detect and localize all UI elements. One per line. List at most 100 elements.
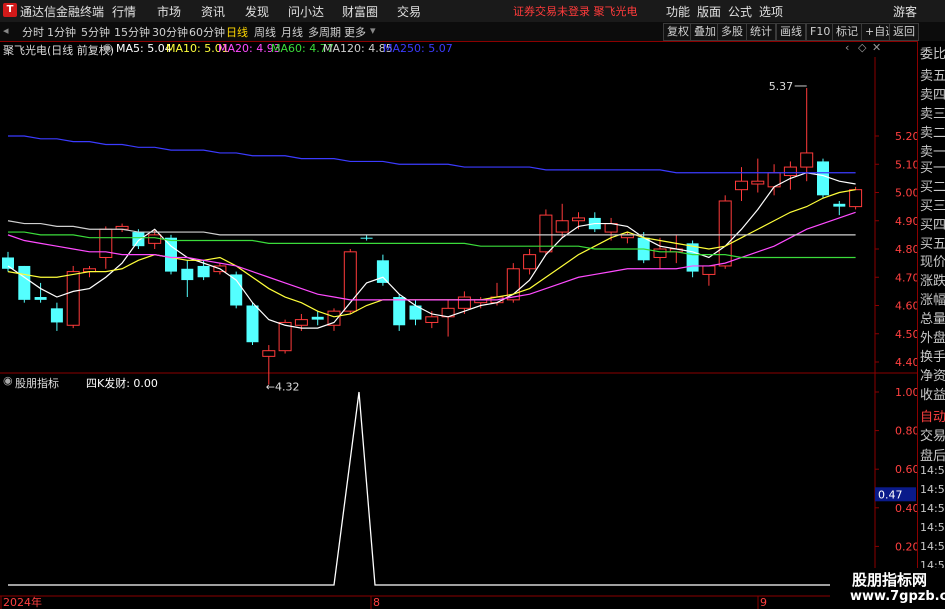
candle-body	[66, 271, 80, 326]
candle-body	[311, 316, 324, 320]
indicator-tick-label: 0.40	[895, 502, 917, 515]
candle-body	[702, 265, 716, 275]
chart-info-bar: 聚飞光电(日线 前复权) ◉ MA5: 5.04 MA10: 5.01 MA20…	[0, 41, 881, 57]
candle-body	[686, 243, 699, 272]
menu-xuanxiang[interactable]: 选项	[759, 3, 783, 20]
stock-name: 聚飞光电(日线 前复权)	[3, 44, 115, 57]
indicator-tick-label: 0.80	[895, 425, 917, 438]
candle-body	[2, 257, 14, 269]
menu-item-faxian[interactable]: 发现	[245, 3, 269, 20]
quote-panel-label: 总量	[920, 312, 945, 327]
settings-dot-icon[interactable]: ◉	[103, 41, 113, 54]
button-duogu[interactable]: 多股	[717, 23, 747, 41]
options-icon[interactable]: ◇	[858, 41, 866, 54]
quote-panel-label: 卖四	[920, 88, 945, 103]
annotation-label: 5.37	[769, 80, 794, 93]
candle-body	[425, 316, 439, 323]
button-huaxian[interactable]: 画线	[776, 23, 806, 41]
candle-body	[817, 161, 829, 196]
menu-arrow-icon[interactable]: ◂	[3, 24, 9, 37]
quote-panel-label: 委比	[920, 47, 945, 62]
quote-panel-label: 卖三	[920, 107, 945, 122]
y-tick-label: 4.60	[895, 300, 917, 313]
close-chart-icon[interactable]: ✕	[872, 41, 881, 54]
candle-body	[230, 274, 243, 306]
candle-body	[718, 200, 732, 267]
menu-item-wenxiaoda[interactable]: 问小达	[288, 3, 324, 20]
indicator-dot-icon[interactable]: ◉	[3, 374, 13, 387]
period-fenshi[interactable]: 分时	[22, 24, 44, 40]
menu-item-caifuquan[interactable]: 财富圈	[342, 3, 378, 20]
y-tick-label: 4.80	[895, 243, 917, 256]
candle-body	[376, 260, 389, 283]
menu-item-jiaoyi[interactable]: 交易	[397, 3, 421, 20]
period-more[interactable]: 更多	[344, 24, 366, 40]
menu-gongshi[interactable]: 公式	[728, 3, 752, 20]
collapse-icon[interactable]: ‹	[845, 41, 849, 54]
candle-body	[735, 180, 748, 191]
candle-body	[457, 296, 471, 309]
period-weekly[interactable]: 周线	[254, 24, 276, 40]
candle-body	[751, 180, 765, 185]
x-tick-label: 9	[760, 596, 767, 609]
candle-body	[197, 265, 210, 278]
button-diejia[interactable]: 叠加	[690, 23, 720, 41]
y-tick-label: 4.90	[895, 215, 917, 228]
period-monthly[interactable]: 月线	[281, 24, 303, 40]
y-tick-label: 5.00	[895, 187, 917, 200]
indicator-line	[8, 391, 856, 586]
quote-panel-label: 14:56	[920, 521, 945, 534]
period-15min[interactable]: 15分钟	[114, 24, 150, 40]
quote-panel-label: 净资	[920, 369, 945, 384]
candle-body	[833, 203, 846, 207]
period-1min[interactable]: 1分钟	[47, 24, 76, 40]
y-tick-label: 4.50	[895, 328, 917, 341]
indicator-tick-label: 0.60	[895, 463, 917, 476]
candle-body	[800, 152, 814, 168]
menu-item-hangqing[interactable]: 行情	[112, 3, 136, 20]
quote-panel-label: 卖二	[920, 126, 945, 141]
menu-item-shichang[interactable]: 市场	[157, 3, 181, 20]
indicator-value: 四K发财: 0.00	[86, 377, 158, 390]
y-tick-label: 4.40	[895, 356, 917, 369]
quote-panel-label: 14:56	[920, 483, 945, 496]
button-tongji[interactable]: 统计	[746, 23, 776, 41]
quote-panel-label: 卖五	[920, 69, 945, 84]
period-daily[interactable]: 日线	[226, 24, 248, 40]
indicator-tick-label: 0.20	[895, 540, 917, 553]
quote-panel-label: 自动	[920, 410, 945, 425]
more-chevron-icon[interactable]: ▾	[370, 24, 376, 37]
candle-body	[246, 305, 259, 343]
candle-body	[360, 237, 373, 239]
candle-body	[555, 220, 569, 233]
button-biaoji[interactable]: 标记	[832, 23, 862, 41]
menu-item-zixun[interactable]: 资讯	[201, 3, 225, 20]
menu-gongneng[interactable]: 功能	[666, 3, 690, 20]
quote-panel-label: 外盘	[920, 331, 945, 346]
period-60min[interactable]: 60分钟	[189, 24, 225, 40]
button-f10[interactable]: F10	[806, 23, 835, 41]
app-title: 通达信金融终端	[20, 5, 105, 19]
candle-body	[18, 265, 31, 300]
quote-panel-label: 买三	[920, 199, 945, 214]
candle-body	[278, 321, 292, 352]
watermark: 股朋指标网 www.7gpzb.com	[830, 568, 945, 609]
quote-panel-label: 14:56	[920, 464, 945, 477]
trade-status-text: 证券交易未登录 聚飞光电	[513, 5, 638, 18]
period-multi[interactable]: 多周期	[308, 24, 341, 40]
indicator-current-value: 0.47	[878, 488, 903, 501]
quote-panel-label: 买二	[920, 180, 945, 195]
button-fuquan[interactable]: 复权	[663, 23, 693, 41]
period-30min[interactable]: 30分钟	[152, 24, 188, 40]
menu-banmian[interactable]: 版面	[697, 3, 721, 20]
title-bar: T 通达信金融终端 行情 市场 资讯 发现 问小达 财富圈 交易 证券交易未登录…	[0, 0, 945, 23]
quote-panel-label: 交易	[920, 429, 945, 444]
candle-body	[262, 350, 276, 357]
kline-chart[interactable]: 5.20 5.10 5.00 4.90 4.80 4.70 4.60 4.50 4.40 5.37…	[0, 57, 917, 609]
user-guest[interactable]: 游客	[893, 3, 917, 20]
quote-panel-label: 14:56	[920, 540, 945, 553]
period-5min[interactable]: 5分钟	[81, 24, 110, 40]
period-toolbar: ◂ 分时 1分钟 5分钟 15分钟 30分钟 60分钟 日线 周线 月线 多周期…	[0, 22, 945, 42]
ma-line-ma250	[8, 135, 856, 174]
button-back[interactable]: 返回	[889, 23, 919, 41]
